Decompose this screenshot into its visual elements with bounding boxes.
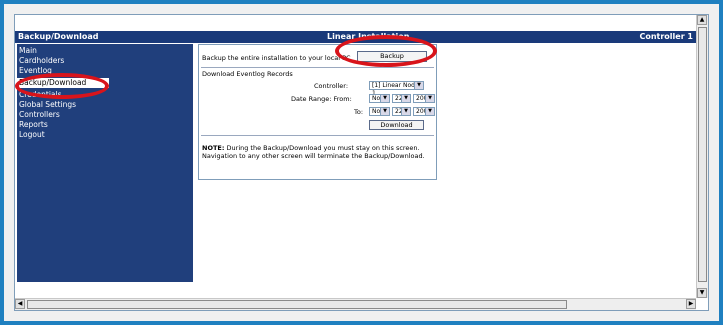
sidebar-item-global-settings[interactable]: Global Settings bbox=[19, 100, 76, 110]
chevron-down-icon: ▼ bbox=[380, 108, 389, 115]
chevron-down-icon: ▼ bbox=[414, 82, 423, 89]
sidebar-item-controllers[interactable]: Controllers bbox=[19, 110, 60, 120]
backup-description: Backup the entire installation to your l… bbox=[202, 54, 351, 62]
scroll-left-icon[interactable]: ◀ bbox=[15, 299, 25, 309]
date-from-label: Date Range: From: bbox=[291, 95, 352, 103]
to-month-select[interactable]: Nov ▼ bbox=[369, 107, 390, 116]
highlight-ellipse-sidebar bbox=[15, 73, 109, 99]
to-day-select[interactable]: 22 ▼ bbox=[392, 107, 411, 116]
sidebar-item-logout[interactable]: Logout bbox=[19, 130, 45, 140]
note-label: NOTE: bbox=[202, 144, 225, 152]
chevron-down-icon: ▼ bbox=[425, 95, 434, 102]
eventlog-section-title: Download Eventlog Records bbox=[202, 70, 293, 78]
from-year-select[interactable]: 2006 ▼ bbox=[413, 94, 435, 103]
vertical-scroll-thumb[interactable] bbox=[698, 27, 707, 282]
download-button[interactable]: Download bbox=[369, 120, 424, 130]
chevron-down-icon: ▼ bbox=[425, 108, 434, 115]
scroll-up-icon[interactable]: ▲ bbox=[697, 15, 707, 25]
from-month-select[interactable]: Nov ▼ bbox=[369, 94, 390, 103]
controller-select[interactable]: [1] Linear Node 1 ▼ bbox=[369, 81, 424, 97]
from-day-select[interactable]: 22 ▼ bbox=[392, 94, 411, 103]
divider bbox=[201, 135, 434, 136]
controller-title: Controller 1 bbox=[639, 32, 693, 41]
highlight-ellipse-backup bbox=[335, 35, 437, 67]
page-title: Backup/Download bbox=[18, 32, 99, 41]
chevron-down-icon: ▼ bbox=[401, 108, 410, 115]
note-line-1: NOTE: During the Backup/Download you mus… bbox=[202, 144, 420, 152]
date-to-label: To: bbox=[354, 108, 364, 116]
sidebar-item-reports[interactable]: Reports bbox=[19, 120, 48, 130]
browser-viewport: Backup/Download Linear Installation Cont… bbox=[14, 14, 709, 311]
sidebar-item-cardholders[interactable]: Cardholders bbox=[19, 56, 64, 66]
scroll-right-icon[interactable]: ▶ bbox=[686, 299, 696, 309]
horizontal-scrollbar[interactable]: ◀ ▶ bbox=[15, 298, 696, 310]
sidebar-item-main[interactable]: Main bbox=[19, 46, 37, 56]
divider bbox=[201, 67, 434, 68]
horizontal-scroll-thumb[interactable] bbox=[27, 300, 567, 309]
vertical-scrollbar[interactable]: ▲ ▼ bbox=[696, 15, 708, 298]
scroll-down-icon[interactable]: ▼ bbox=[697, 288, 707, 298]
note-text-1: During the Backup/Download you must stay… bbox=[224, 144, 420, 152]
chevron-down-icon: ▼ bbox=[401, 95, 410, 102]
chevron-down-icon: ▼ bbox=[380, 95, 389, 102]
controller-label: Controller: bbox=[314, 82, 349, 90]
note-line-2: Navigation to any other screen will term… bbox=[202, 152, 425, 160]
to-year-select[interactable]: 2006 ▼ bbox=[413, 107, 435, 116]
